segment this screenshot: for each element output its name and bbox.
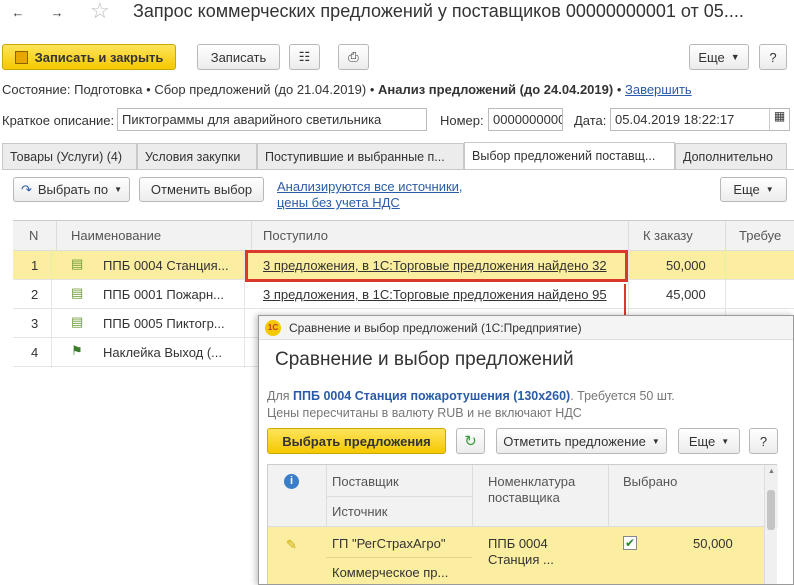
save-close-button[interactable]: Записать и закрыть [2, 44, 176, 70]
back-button[interactable]: ← [3, 0, 33, 24]
mark-offer-button[interactable]: Отметить предложение ▼ [496, 428, 667, 454]
date-field[interactable]: 05.04.2019 18:22:17 ▦ [610, 108, 790, 131]
col-source[interactable]: Источник [332, 504, 388, 519]
scroll-up-icon[interactable]: ▲ [768, 468, 775, 475]
comparison-dialog: 1С Сравнение и выбор предложений (1С:Пре… [258, 315, 794, 585]
cancel-selection-button[interactable]: Отменить выбор [139, 177, 264, 202]
col-name[interactable]: Наименование [71, 228, 161, 243]
select-arrow-icon: ↷ [20, 181, 32, 197]
print-button[interactable]: ⎙ [338, 44, 369, 70]
scrollbar[interactable]: ▲ [764, 465, 777, 584]
scroll-thumb[interactable] [767, 490, 775, 530]
tab-goods[interactable]: Товары (Услуги) (4) [2, 143, 137, 169]
col-selected[interactable]: Выбрано [623, 474, 677, 489]
table-more-button[interactable]: Еще ▼ [720, 177, 787, 202]
highlight-frame [245, 250, 628, 282]
product-icon: ▤ [71, 285, 84, 300]
select-by-button[interactable]: ↷ Выбрать по ▼ [13, 177, 130, 202]
col-n[interactable]: N [29, 228, 38, 243]
col-required[interactable]: Требуе [739, 228, 781, 243]
star-icon[interactable]: ☆ [90, 0, 110, 24]
desc-label: Краткое описание: [2, 113, 115, 128]
label-product-icon: ⚑ [71, 343, 83, 358]
finish-link[interactable]: Завершить [625, 82, 692, 97]
col-supplier[interactable]: Поставщик [332, 474, 399, 489]
number-label: Номер: [440, 113, 484, 128]
refresh-icon: ↻ [464, 433, 477, 450]
offer-row[interactable]: ✎ ГП "РегСтрахАгро" Коммерческое пр... П… [268, 527, 764, 584]
window-title: Запрос коммерческих предложений у постав… [133, 1, 744, 21]
tab-received-offers[interactable]: Поступившие и выбранные п... [257, 143, 464, 169]
received-link[interactable]: 3 предложения, в 1С:Торговые предложения… [263, 287, 607, 302]
table-row[interactable]: 2 ▤ ППБ 0001 Пожарн... 3 предложения, в … [13, 280, 794, 309]
number-field[interactable]: 0000000000 [488, 108, 563, 131]
analysis-link[interactable]: Анализируются все источники, цены без уч… [277, 179, 477, 211]
table-header: N Наименование Поступило К заказу Требуе [13, 221, 794, 251]
dialog-more-button[interactable]: Еще ▼ [678, 428, 740, 454]
selected-checkbox[interactable]: ✔ [623, 536, 637, 550]
help-button[interactable]: ? [759, 44, 787, 70]
select-offers-button[interactable]: Выбрать предложения [267, 428, 446, 454]
info-icon: i [284, 474, 299, 489]
dialog-titlebar: 1С Сравнение и выбор предложений (1С:Пре… [259, 316, 793, 340]
calendar-icon[interactable]: ▦ [769, 109, 789, 130]
item-link[interactable]: ППБ 0004 Станция пожаротушения (130x260) [293, 389, 570, 403]
save-icon [14, 50, 28, 64]
app-logo: 1С [265, 320, 281, 336]
arrow-right-icon: → [50, 4, 64, 20]
chevron-down-icon: ▼ [651, 436, 660, 446]
status-line: Состояние: Подготовка • Сбор предложений… [2, 82, 692, 97]
col-nomenclature[interactable]: Номенклатура поставщика [488, 474, 608, 506]
dialog-help-button[interactable]: ? [749, 428, 778, 454]
more-button[interactable]: Еще ▼ [689, 44, 749, 70]
hierarchy-icon: ☷ [298, 49, 311, 64]
offers-table: i Поставщик Источник Номенклатура постав… [267, 464, 778, 584]
product-icon: ▤ [71, 256, 84, 271]
date-label: Дата: [574, 113, 607, 128]
dialog-info: Для ППБ 0004 Станция пожаротушения (130x… [267, 389, 675, 420]
dialog-window-title: Сравнение и выбор предложений (1С:Предпр… [289, 321, 582, 335]
save-button[interactable]: Записать [197, 44, 280, 70]
arrow-left-icon: ← [11, 4, 25, 20]
product-icon: ▤ [71, 314, 84, 329]
printer-icon: ⎙ [348, 49, 359, 64]
tab-additional[interactable]: Дополнительно [675, 143, 787, 169]
dialog-heading: Сравнение и выбор предложений [275, 349, 574, 370]
forward-button[interactable]: → [42, 0, 72, 24]
chevron-down-icon: ▼ [721, 436, 730, 446]
refresh-button[interactable]: ↻ [456, 428, 485, 454]
tab-purchase-terms[interactable]: Условия закупки [137, 143, 257, 169]
structure-button[interactable]: ☷ [289, 44, 320, 70]
col-received[interactable]: Поступило [263, 228, 328, 243]
chevron-down-icon: ▼ [730, 52, 740, 62]
document-icon: ✎ [286, 537, 297, 552]
desc-field[interactable]: Пиктограммы для аварийного светильника [117, 108, 427, 131]
chevron-down-icon: ▼ [765, 185, 774, 194]
tab-panel-border [2, 169, 794, 170]
chevron-down-icon: ▼ [114, 185, 123, 194]
tab-offer-selection[interactable]: Выбор предложений поставщ... [464, 142, 675, 170]
col-to-order[interactable]: К заказу [643, 228, 693, 243]
